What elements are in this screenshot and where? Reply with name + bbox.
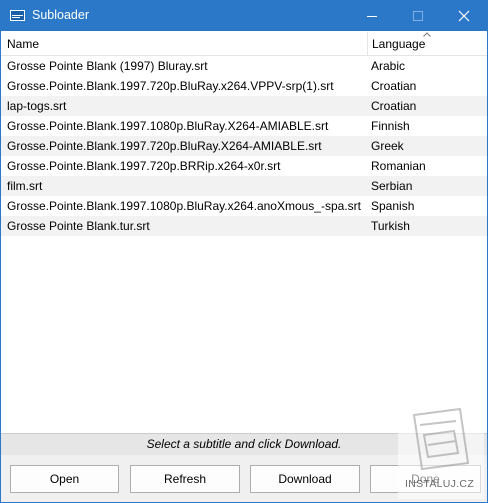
close-button[interactable] xyxy=(441,1,487,31)
row-filename: film.srt xyxy=(7,179,43,193)
sort-ascending-icon xyxy=(423,32,431,37)
open-button[interactable]: Open xyxy=(10,465,119,493)
table-row[interactable]: Grosse.Pointe.Blank.1997.720p.BluRay.x26… xyxy=(1,76,487,96)
table-row[interactable]: Grosse.Pointe.Blank.1997.1080p.BluRay.x2… xyxy=(1,196,487,216)
table-row[interactable]: Grosse Pointe Blank (1997) Bluray.srt Ara… xyxy=(1,56,487,76)
column-header-name[interactable]: Name xyxy=(1,32,366,55)
title-bar[interactable]: Subloader xyxy=(1,1,487,31)
minimize-icon xyxy=(367,16,377,17)
close-icon xyxy=(458,10,470,22)
list-header: Name Language xyxy=(1,32,487,56)
row-language: Spanish xyxy=(371,199,415,213)
row-language: Turkish xyxy=(371,219,410,233)
refresh-button[interactable]: Refresh xyxy=(130,465,240,493)
row-filename: lap-togs.srt xyxy=(7,99,67,113)
minimize-button[interactable] xyxy=(349,1,395,31)
maximize-button[interactable] xyxy=(395,1,441,31)
row-filename: Grosse.Pointe.Blank.1997.720p.BRRip.x264… xyxy=(7,159,281,173)
list-rows: Grosse Pointe Blank (1997) Bluray.srt Ara… xyxy=(1,56,487,236)
row-filename: Grosse.Pointe.Blank.1997.720p.BluRay.X26… xyxy=(7,139,322,153)
row-filename: Grosse.Pointe.Blank.1997.1080p.BluRay.x2… xyxy=(7,199,361,213)
subtitle-list[interactable]: Name Language Grosse Pointe Blank (1997)… xyxy=(1,32,487,432)
row-language: Serbian xyxy=(371,179,413,193)
table-row[interactable]: film.srt Serbian xyxy=(1,176,487,196)
table-row[interactable]: lap-togs.srt Croatian xyxy=(1,96,487,116)
row-filename: Grosse.Pointe.Blank.1997.720p.BluRay.x26… xyxy=(7,79,334,93)
window-title: Subloader xyxy=(32,8,89,22)
maximize-icon xyxy=(413,11,423,21)
row-language: Arabic xyxy=(371,59,406,73)
table-row[interactable]: Grosse.Pointe.Blank.1997.720p.BluRay.X26… xyxy=(1,136,487,156)
row-language: Greek xyxy=(371,139,404,153)
row-language: Croatian xyxy=(371,99,417,113)
row-filename: Grosse Pointe Blank.tur.srt xyxy=(7,219,150,233)
table-row[interactable]: Grosse.Pointe.Blank.1997.1080p.BluRay.X2… xyxy=(1,116,487,136)
row-language: Croatian xyxy=(371,79,417,93)
row-filename: Grosse Pointe Blank (1997) Bluray.srt xyxy=(7,59,208,73)
table-row[interactable]: Grosse.Pointe.Blank.1997.720p.BRRip.x264… xyxy=(1,156,487,176)
row-language: Romanian xyxy=(371,159,426,173)
table-row[interactable]: Grosse Pointe Blank.tur.srt Turkish xyxy=(1,216,487,236)
download-button[interactable]: Download xyxy=(250,465,360,493)
app-icon xyxy=(10,10,25,21)
watermark-text: INSTALUJ.CZ xyxy=(405,478,475,490)
row-filename: Grosse.Pointe.Blank.1997.1080p.BluRay.X2… xyxy=(7,119,329,133)
row-language: Finnish xyxy=(371,119,410,133)
